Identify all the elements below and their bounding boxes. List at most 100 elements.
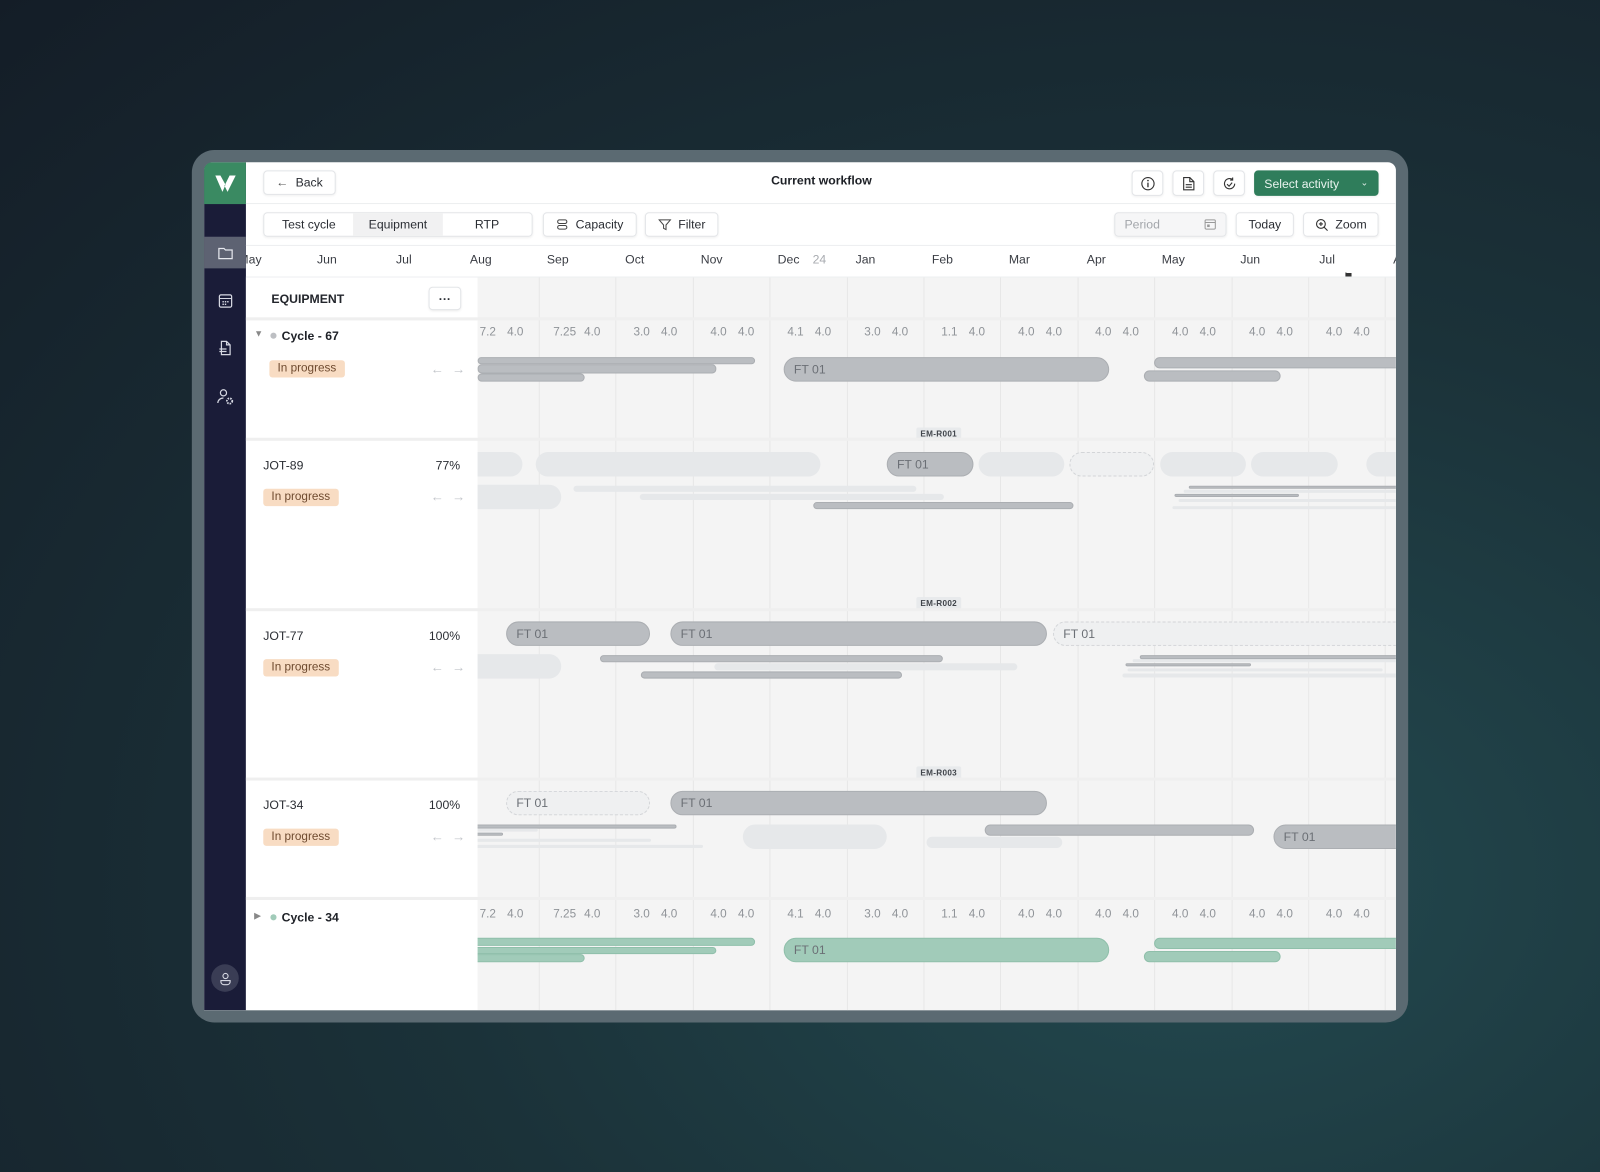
tab-equipment[interactable]: Equipment — [353, 213, 443, 236]
gantt-bar[interactable] — [1172, 506, 1396, 510]
capacity-value: 4.0 — [1276, 908, 1293, 921]
capacity-value: 4.0 — [1018, 908, 1035, 921]
gantt-bar[interactable] — [639, 493, 944, 501]
gantt-bar[interactable] — [1251, 452, 1338, 477]
month-label: May — [246, 252, 262, 267]
navigation-arrows[interactable]: ←→ — [431, 659, 474, 674]
gantt-bar[interactable] — [1174, 493, 1299, 497]
gantt-bar[interactable] — [1183, 489, 1396, 493]
gantt-bar[interactable] — [1178, 498, 1396, 503]
gantt-bar[interactable]: FT 01 — [783, 357, 1110, 382]
gantt-bar[interactable] — [1122, 673, 1396, 678]
capacity-icon — [557, 219, 568, 230]
sidebar-item-user-settings[interactable] — [204, 381, 246, 413]
period-input[interactable]: Period — [1114, 212, 1227, 237]
capacity-value: 4.0 — [891, 326, 909, 339]
gantt-bar[interactable] — [477, 838, 652, 842]
gantt-bar[interactable] — [477, 654, 562, 679]
sidebar-item-calendar[interactable] — [204, 285, 246, 317]
navigation-arrows[interactable]: ←→ — [431, 489, 474, 504]
gantt-bar[interactable] — [477, 946, 717, 955]
capacity-value: 4.0 — [737, 326, 755, 339]
sidebar-item-documents[interactable] — [204, 332, 246, 364]
gantt-bar[interactable] — [477, 452, 523, 477]
filter-button[interactable]: Filter — [644, 212, 719, 237]
gantt-bar[interactable] — [813, 502, 1074, 510]
gantt-bar[interactable] — [1125, 663, 1252, 667]
gantt-bar[interactable] — [535, 452, 821, 477]
gantt-bar[interactable] — [1154, 937, 1396, 949]
gantt-bar[interactable] — [714, 663, 1018, 671]
gantt-bar[interactable] — [1132, 659, 1396, 663]
job-name[interactable]: JOT-77 — [263, 629, 303, 643]
gantt-bar[interactable] — [1154, 357, 1396, 369]
select-activity-dropdown[interactable]: Select activity ⌄ — [1254, 170, 1379, 196]
gantt-bar[interactable] — [1160, 452, 1246, 477]
gantt-bar[interactable] — [477, 373, 585, 382]
gantt-bar[interactable]: FT 01 — [783, 937, 1110, 963]
gantt-bar[interactable]: FT 01 — [1273, 824, 1396, 849]
gantt-bar[interactable] — [1188, 485, 1396, 489]
gantt-bar[interactable]: FT 01 — [506, 621, 651, 646]
tab-rtp[interactable]: RTP — [443, 213, 532, 235]
expand-caret-icon[interactable]: ▶ — [254, 910, 261, 921]
more-options-button[interactable]: ··· — [428, 286, 462, 311]
gantt-bar[interactable] — [573, 485, 917, 492]
back-button[interactable]: ← Back — [263, 170, 336, 195]
status-badge: In progress — [263, 659, 339, 677]
gantt-bar[interactable] — [1069, 452, 1155, 477]
avatar[interactable] — [211, 964, 239, 992]
navigation-arrows[interactable]: ←→ — [431, 361, 474, 376]
gantt-bar[interactable] — [1366, 452, 1396, 477]
gantt-bar[interactable]: FT 01 — [886, 452, 974, 477]
zoom-button[interactable]: Zoom — [1303, 212, 1379, 237]
navigation-arrows[interactable]: ←→ — [431, 829, 474, 844]
capacity-value: 1.1 — [941, 326, 958, 339]
capacity-value: 4.0 — [584, 908, 601, 921]
document-icon — [218, 340, 231, 355]
capacity-value: 3.0 — [633, 326, 650, 339]
sidebar-item-folders[interactable] — [204, 236, 246, 269]
chevron-down-icon: ⌄ — [1360, 177, 1369, 188]
gantt-bar[interactable]: FT 01 — [670, 621, 1047, 646]
gantt-bar[interactable] — [926, 836, 1063, 848]
gantt-bar[interactable] — [477, 357, 756, 365]
gantt-bar[interactable] — [477, 937, 756, 946]
cycle-name[interactable]: Cycle - 34 — [282, 910, 339, 924]
today-button[interactable]: Today — [1235, 212, 1294, 237]
gantt-bar[interactable]: FT 01 — [670, 790, 1047, 816]
capacity-value: 1.1 — [941, 908, 958, 921]
gantt-bar[interactable] — [600, 655, 943, 663]
gantt-bar[interactable] — [978, 452, 1065, 477]
capacity-value: 7.25 — [553, 326, 577, 339]
gantt-bar[interactable]: FT 01 — [506, 790, 651, 816]
status-badge: In progress — [269, 360, 345, 378]
capacity-button[interactable]: Capacity — [542, 212, 637, 237]
gantt-bar[interactable] — [1127, 668, 1383, 672]
gantt-bar[interactable] — [477, 844, 704, 848]
gantt-bar[interactable] — [1143, 951, 1281, 963]
gantt-bar[interactable] — [1139, 655, 1396, 660]
info-button[interactable] — [1131, 170, 1164, 196]
capacity-value: 4.0 — [1325, 326, 1343, 339]
capacity-value: 7.25 — [553, 908, 577, 921]
capacity-value: 4.0 — [1353, 908, 1370, 921]
refresh-button[interactable] — [1213, 170, 1245, 196]
year-marker: 24 — [812, 252, 827, 267]
job-name[interactable]: JOT-34 — [263, 798, 303, 812]
report-button[interactable] — [1172, 170, 1205, 196]
gantt-bar[interactable] — [640, 671, 903, 679]
gantt-bar[interactable]: FT 01 — [1053, 621, 1396, 646]
gantt-bar[interactable] — [477, 484, 562, 510]
tab-test-cycle[interactable]: Test cycle — [264, 213, 353, 235]
gantt-bar[interactable] — [984, 824, 1255, 836]
gantt-bar[interactable] — [477, 954, 585, 963]
cycle-name[interactable]: Cycle - 67 — [282, 329, 339, 343]
gantt-bar[interactable] — [477, 828, 538, 832]
gantt-bar[interactable] — [742, 824, 887, 849]
job-name[interactable]: JOT-89 — [263, 458, 303, 472]
gantt-bar[interactable] — [1143, 370, 1281, 382]
gantt-bar[interactable] — [477, 832, 504, 836]
collapse-caret-icon[interactable]: ▼ — [254, 329, 263, 339]
gantt-bar[interactable] — [477, 364, 717, 374]
